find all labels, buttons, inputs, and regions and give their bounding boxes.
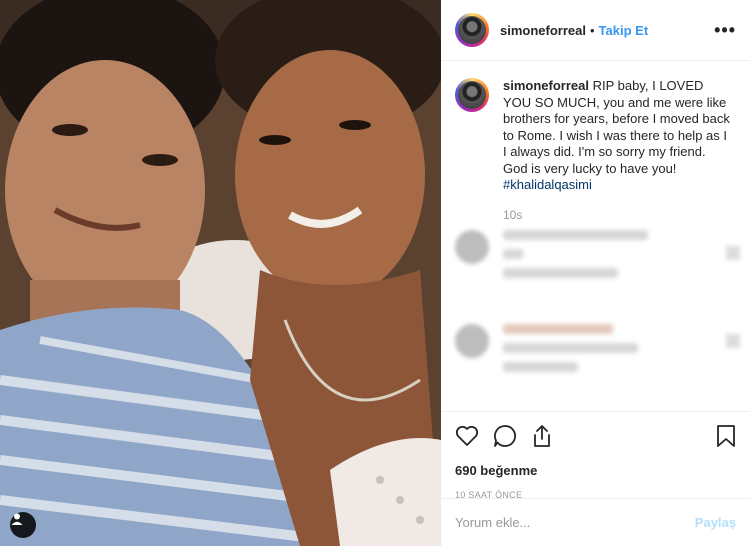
comment-form: Paylaş bbox=[441, 498, 750, 546]
caption: simoneforreal RIP baby, I LOVED YOU SO M… bbox=[455, 78, 736, 194]
action-icons bbox=[455, 422, 736, 450]
caption-avatar[interactable] bbox=[455, 78, 489, 112]
blurred-comment bbox=[455, 230, 648, 287]
more-options-icon[interactable]: ••• bbox=[714, 20, 736, 41]
comment-icon[interactable] bbox=[493, 424, 517, 448]
caption-username[interactable]: simoneforreal bbox=[503, 78, 589, 93]
heart-icon[interactable] bbox=[455, 425, 479, 447]
caption-text: simoneforreal RIP baby, I LOVED YOU SO M… bbox=[503, 78, 733, 194]
bookmark-icon[interactable] bbox=[716, 424, 736, 448]
post-photo[interactable] bbox=[0, 0, 441, 546]
likes-count[interactable]: 690 beğenme bbox=[455, 463, 736, 478]
comment-input[interactable] bbox=[455, 515, 695, 530]
caption-time: 10s bbox=[503, 207, 523, 222]
photo-illustration bbox=[0, 0, 441, 546]
follow-button[interactable]: Takip Et bbox=[599, 23, 649, 38]
user-tag-icon[interactable] bbox=[10, 512, 36, 538]
post-side-panel: simoneforreal • Takip Et ••• simoneforre… bbox=[441, 0, 750, 546]
comments-area[interactable]: simoneforreal RIP baby, I LOVED YOU SO M… bbox=[441, 62, 750, 412]
post-comment-button[interactable]: Paylaş bbox=[695, 515, 736, 530]
post-actions: 690 beğenme 10 SAAT ÖNCE bbox=[441, 411, 750, 500]
caption-hashtag[interactable]: #khalidalqasimi bbox=[503, 177, 592, 192]
post-header: simoneforreal • Takip Et ••• bbox=[441, 0, 750, 61]
header-separator: • bbox=[589, 22, 595, 38]
blurred-comment bbox=[455, 324, 638, 381]
blurred-like-icon bbox=[726, 246, 740, 260]
avatar[interactable] bbox=[455, 13, 489, 47]
blurred-like-icon bbox=[726, 334, 740, 348]
share-icon[interactable] bbox=[531, 424, 553, 448]
header-username[interactable]: simoneforreal bbox=[500, 23, 586, 38]
